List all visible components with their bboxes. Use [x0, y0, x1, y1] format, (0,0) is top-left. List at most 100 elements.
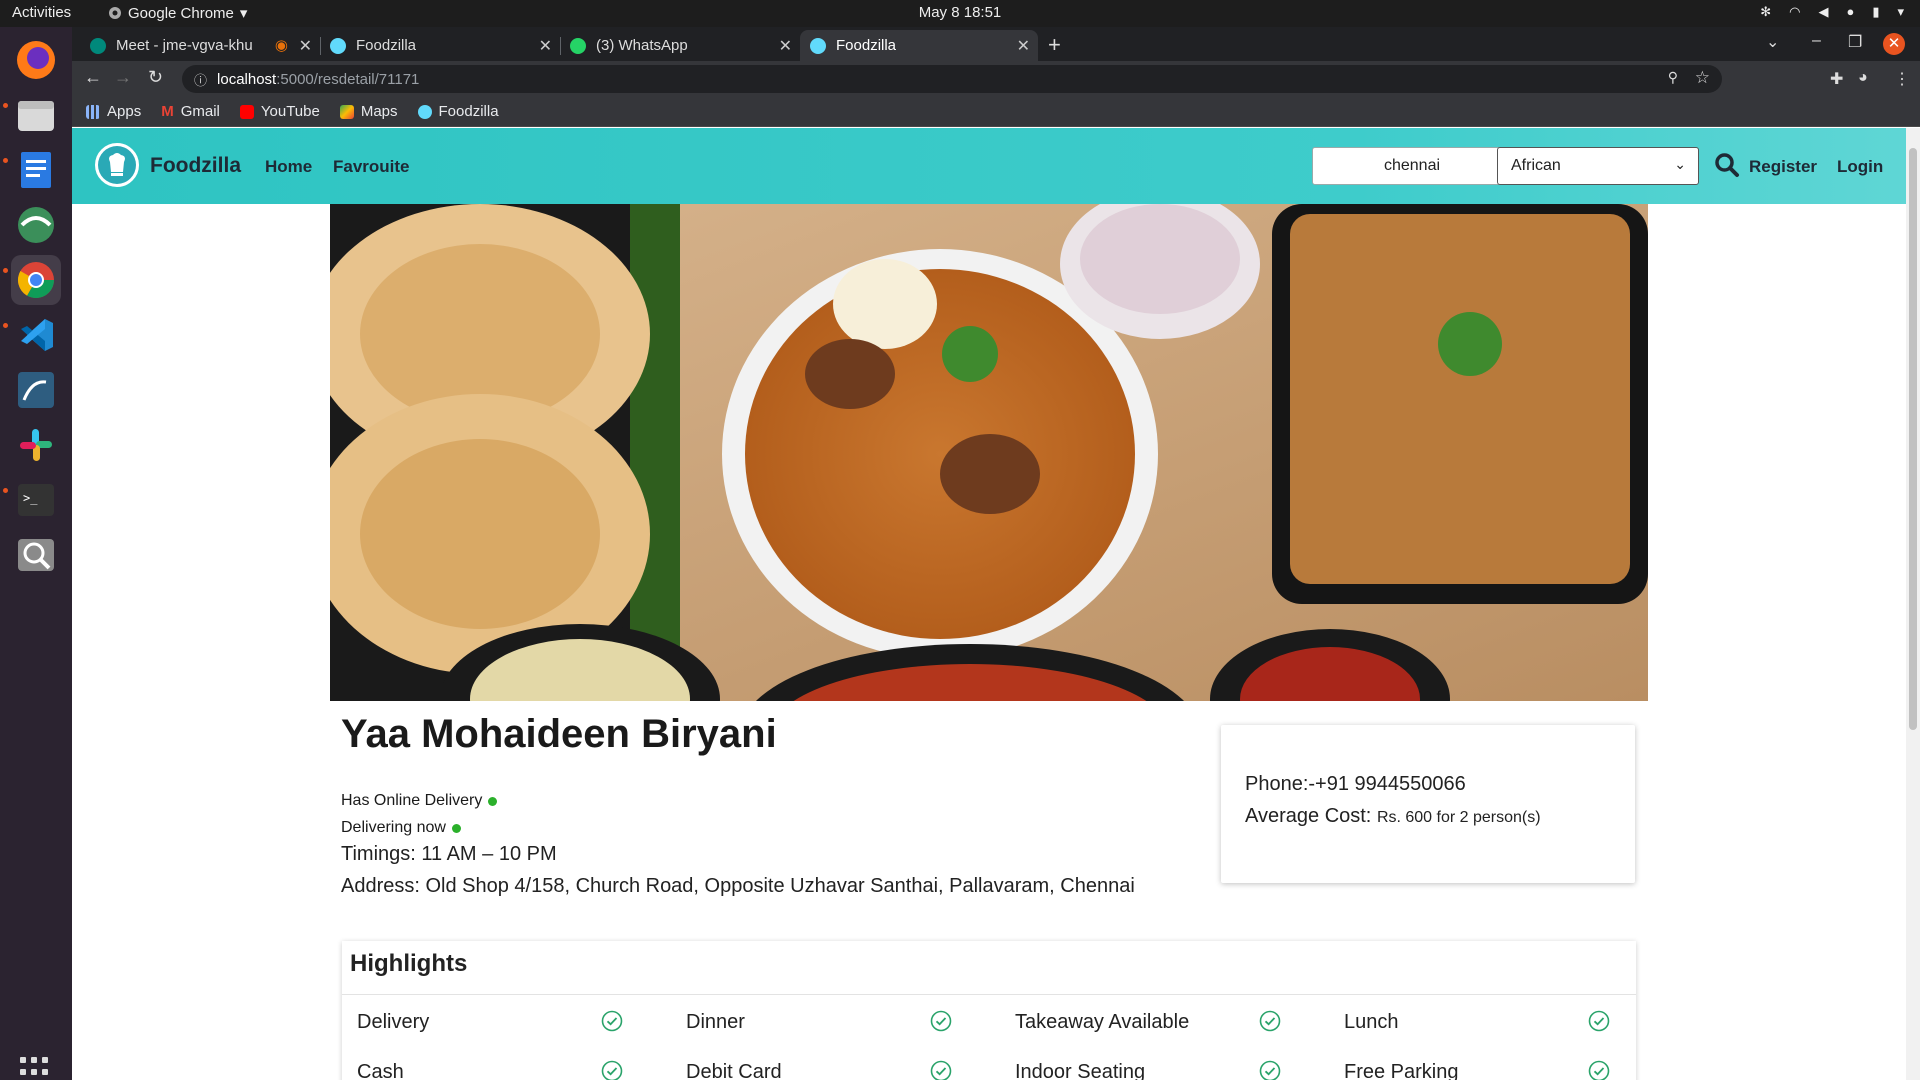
highlight-label: Free Parking: [1344, 1061, 1459, 1080]
bookmark-maps[interactable]: Maps: [339, 103, 398, 120]
tab-foodzilla-1[interactable]: Foodzilla ✕: [320, 30, 560, 61]
slack-icon[interactable]: [11, 420, 61, 470]
firefox-icon[interactable]: [11, 35, 61, 85]
page-viewport: Foodzilla Home Favrouite chennai African…: [72, 128, 1906, 1080]
check-circle-icon: [601, 1060, 623, 1080]
url-path: :5000/resdetail/71171: [276, 70, 420, 88]
check-circle-icon: [1588, 1010, 1610, 1032]
back-icon[interactable]: ←: [84, 67, 102, 88]
highlight-label: Dinner: [686, 1011, 745, 1033]
highlight-item: Debit Card: [686, 1058, 976, 1080]
vscode-icon[interactable]: [11, 310, 61, 360]
location-pin-icon[interactable]: ⚲: [1668, 69, 1678, 86]
tab-search-icon[interactable]: ⌄: [1766, 32, 1779, 52]
location-search-input[interactable]: chennai: [1312, 147, 1512, 185]
bookmark-label: YouTube: [260, 103, 320, 120]
highlight-label: Cash: [357, 1061, 404, 1080]
libreoffice-writer-icon[interactable]: [11, 145, 61, 195]
check-circle-icon: [1259, 1060, 1281, 1080]
reload-icon[interactable]: ↻: [148, 67, 163, 88]
bookmark-star-icon[interactable]: ☆: [1695, 68, 1710, 88]
nav-home-link[interactable]: Home: [265, 157, 312, 177]
location-search-value: chennai: [1383, 157, 1441, 174]
chrome-window: Meet - jme-vgva-khu ◉ ✕ Foodzilla ✕ (3) …: [72, 27, 1920, 1080]
cuisine-select[interactable]: African ⌄: [1497, 147, 1699, 185]
login-link[interactable]: Login: [1837, 157, 1883, 177]
magnifier-icon[interactable]: [11, 530, 61, 580]
svg-text:>_: >_: [23, 491, 38, 505]
volume-icon: ◀: [1818, 4, 1829, 19]
wifi-icon: ◠: [1789, 4, 1801, 19]
bookmark-apps[interactable]: Apps: [86, 103, 141, 120]
check-circle-icon: [930, 1010, 952, 1032]
search-icon[interactable]: [1714, 152, 1740, 178]
divider: [342, 994, 1636, 995]
highlight-item: Free Parking: [1344, 1058, 1634, 1080]
close-icon[interactable]: ✕: [539, 36, 552, 56]
files-icon[interactable]: [11, 90, 61, 140]
register-link[interactable]: Register: [1749, 157, 1817, 177]
status-dot-icon: [451, 823, 461, 833]
tab-whatsapp[interactable]: (3) WhatsApp ✕: [560, 30, 800, 61]
apps-grid-icon: [86, 104, 100, 119]
close-window-icon[interactable]: ✕: [1883, 33, 1905, 55]
close-icon[interactable]: ✕: [1017, 36, 1030, 56]
menu-kebab-icon[interactable]: ⋮: [1894, 69, 1910, 89]
highlight-label: Lunch: [1344, 1011, 1399, 1033]
close-icon[interactable]: ✕: [299, 36, 312, 56]
profile-avatar[interactable]: ◕: [1858, 69, 1868, 87]
running-indicator: [3, 323, 8, 328]
mysql-workbench-icon[interactable]: [11, 365, 61, 415]
react-icon: [417, 104, 432, 119]
highlight-item: Indoor Seating: [1015, 1058, 1305, 1080]
bookmark-gmail[interactable]: M Gmail: [161, 103, 220, 120]
bookmark-youtube[interactable]: YouTube: [239, 103, 320, 120]
show-applications-icon[interactable]: [20, 1057, 52, 1080]
app-icon[interactable]: [11, 200, 61, 250]
bookmark-foodzilla[interactable]: Foodzilla: [417, 103, 499, 120]
site-info-icon[interactable]: ⓘ: [194, 70, 207, 89]
tab-foodzilla-active[interactable]: Foodzilla ✕: [800, 30, 1038, 61]
gmail-icon: M: [161, 103, 174, 120]
terminal-icon[interactable]: >_: [11, 475, 61, 525]
tab-strip: Meet - jme-vgva-khu ◉ ✕ Foodzilla ✕ (3) …: [72, 27, 1920, 61]
restore-icon[interactable]: ❐: [1848, 32, 1862, 52]
minimize-icon[interactable]: –: [1812, 32, 1821, 50]
system-tray[interactable]: ✻ ◠ ◀ ● ▮ ▾: [1760, 4, 1904, 20]
chevron-down-icon: ⌄: [1674, 156, 1686, 172]
browser-toolbar: ← → ↻ ⓘ localhost:5000/resdetail/71171 ☆…: [72, 61, 1920, 97]
highlights-card: Highlights Delivery Dinner Takeaway Avai…: [342, 941, 1636, 1080]
highlights-title: Highlights: [350, 950, 468, 977]
recording-icon: ◉: [274, 37, 288, 54]
restaurant-address: Address: Old Shop 4/158, Church Road, Op…: [341, 875, 1135, 897]
address-bar[interactable]: ⓘ localhost:5000/resdetail/71171 ☆ ⚲: [182, 65, 1722, 93]
highlight-item: Delivery: [357, 1008, 647, 1038]
restaurant-name: Yaa Mohaideen Biryani: [341, 712, 777, 756]
highlight-label: Debit Card: [686, 1061, 782, 1080]
new-tab-button[interactable]: +: [1048, 32, 1061, 58]
page-scrollbar[interactable]: [1906, 128, 1920, 1080]
highlight-item: Cash: [357, 1058, 647, 1080]
scrollbar-thumb[interactable]: [1909, 148, 1917, 730]
clock[interactable]: May 8 18:51: [0, 4, 1920, 21]
url-host: localhost: [217, 70, 277, 88]
power-menu-icon: ▾: [1897, 4, 1904, 19]
chrome-icon[interactable]: [11, 255, 61, 305]
nav-favourite-link[interactable]: Favrouite: [333, 157, 410, 177]
bookmark-label: Gmail: [180, 103, 220, 120]
extensions-icon[interactable]: ✚: [1830, 69, 1843, 89]
delivering-now-status: Delivering now: [341, 819, 461, 837]
mic-icon: ●: [1846, 4, 1855, 19]
youtube-icon: [239, 104, 254, 119]
dock: >_: [0, 27, 72, 1080]
tab-meet[interactable]: Meet - jme-vgva-khu ◉ ✕: [80, 30, 320, 61]
close-icon[interactable]: ✕: [779, 36, 792, 56]
online-delivery-label: Has Online Delivery: [341, 792, 483, 809]
forward-icon[interactable]: →: [114, 67, 132, 88]
foodzilla-logo[interactable]: [92, 140, 142, 190]
cuisine-selected-value: African: [1511, 157, 1561, 174]
highlight-item: Takeaway Available: [1015, 1008, 1305, 1038]
brand-name[interactable]: Foodzilla: [150, 154, 241, 178]
average-cost-value: Rs. 600 for 2 person(s): [1376, 809, 1541, 826]
battery-icon: ▮: [1872, 4, 1880, 19]
